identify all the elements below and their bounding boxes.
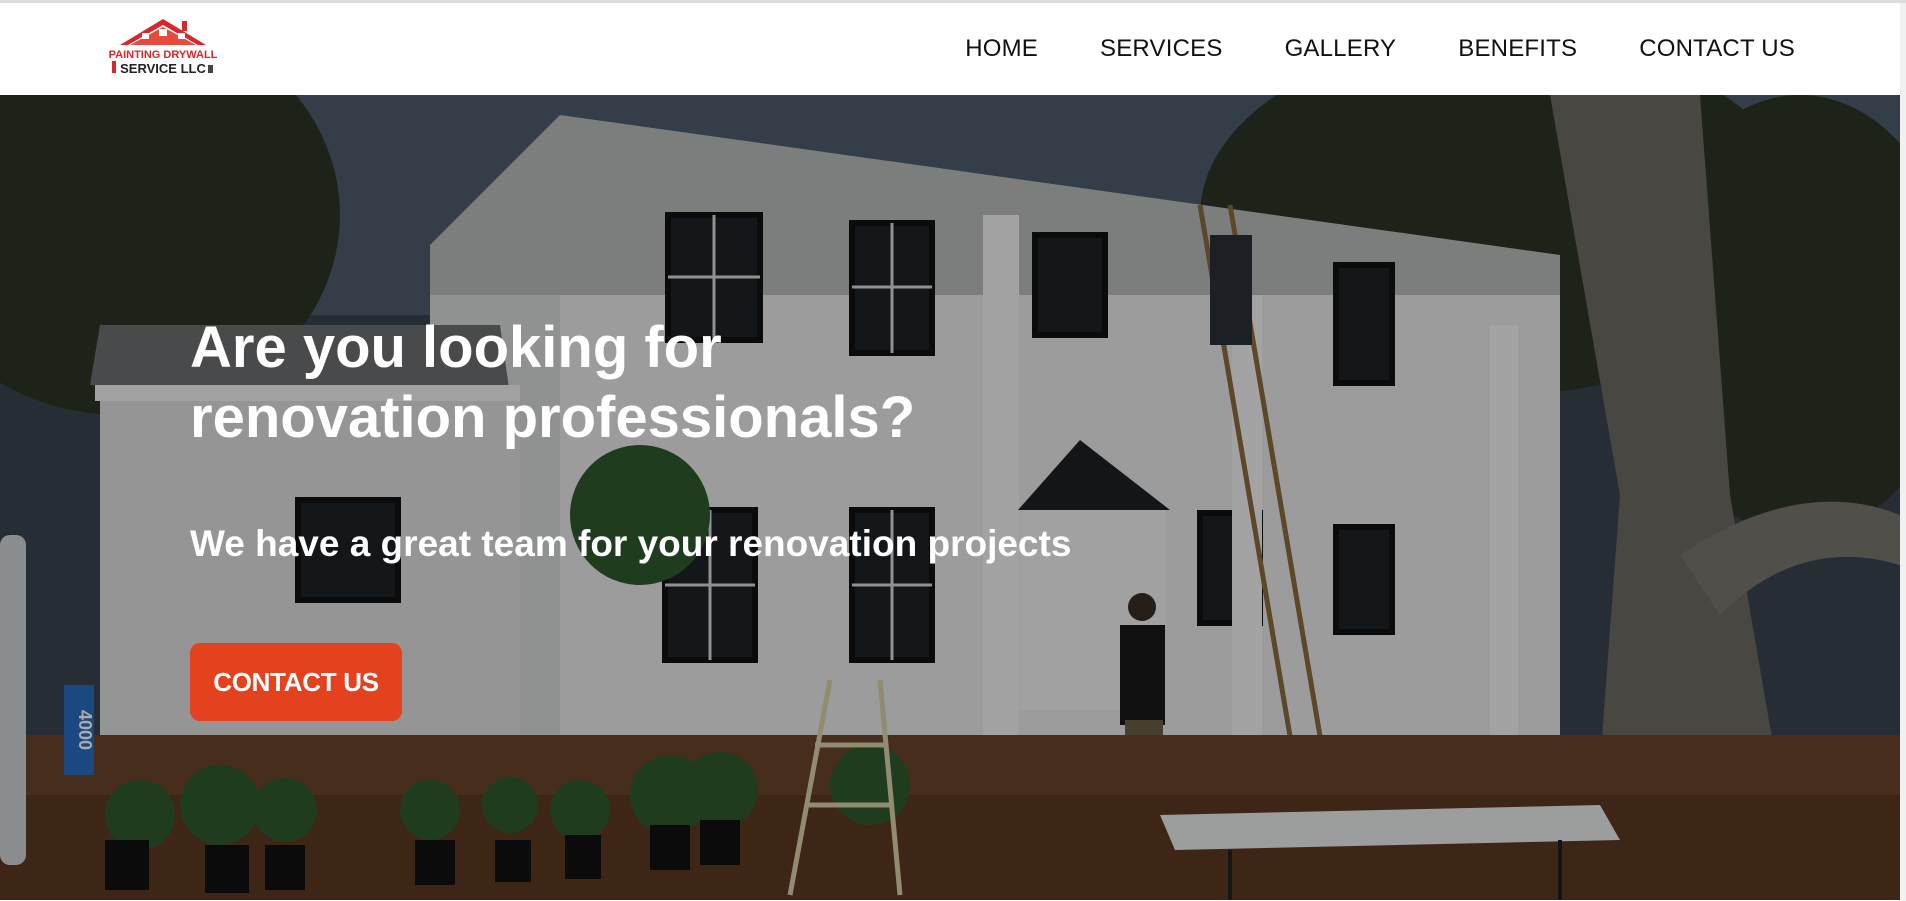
logo-text-line2: SERVICE LLC	[120, 61, 206, 76]
hero-headline-line2: renovation professionals?	[190, 385, 916, 450]
hero-headline-line1: Are you looking for	[190, 315, 722, 380]
main-navigation: HOME SERVICES GALLERY BENEFITS CONTACT U…	[965, 3, 1795, 95]
hero-section: 4000 Are you looking for renovation prof…	[0, 95, 1906, 900]
logo-text-line1: PAINTING DRYWALL	[109, 49, 218, 61]
company-logo[interactable]: PAINTING DRYWALL SERVICE LLC	[108, 15, 218, 85]
nav-gallery-link[interactable]: GALLERY	[1285, 35, 1397, 63]
nav-contact-us-link[interactable]: CONTACT US	[1639, 35, 1795, 63]
nav-benefits-link[interactable]: BENEFITS	[1458, 35, 1577, 63]
nav-services-link[interactable]: SERVICES	[1100, 35, 1223, 63]
site-header: PAINTING DRYWALL SERVICE LLC HOME SERVIC…	[0, 3, 1906, 96]
house-roof-logo-icon: PAINTING DRYWALL SERVICE LLC	[109, 19, 218, 76]
hero-dark-overlay	[0, 95, 1906, 900]
hero-headline: Are you looking for renovation professio…	[190, 313, 1090, 453]
nav-home-link[interactable]: HOME	[965, 35, 1038, 63]
hero-subheadline: We have a great team for your renovation…	[190, 523, 1072, 564]
contact-us-button[interactable]: CONTACT US	[190, 643, 402, 721]
page-scrollbar[interactable]	[1900, 3, 1906, 901]
